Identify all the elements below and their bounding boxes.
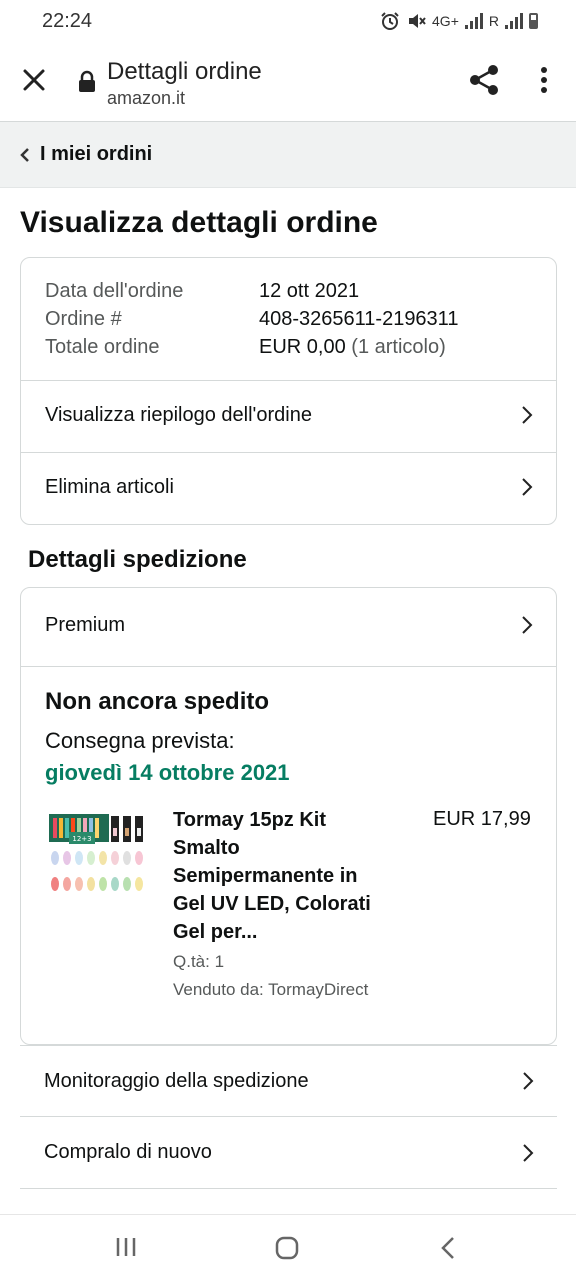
- back-to-orders-link[interactable]: I miei ordini: [0, 122, 576, 188]
- page-title: Dettagli ordine: [107, 58, 262, 85]
- chevron-right-icon: [522, 478, 533, 496]
- order-summary-card: Data dell'ordine 12 ott 2021 Ordine # 40…: [20, 257, 557, 525]
- order-date-label: Data dell'ordine: [45, 280, 184, 302]
- roaming-label: R: [488, 13, 499, 29]
- shipment-status: Non ancora spedito: [45, 688, 270, 715]
- shipping-type-label: Premium: [45, 613, 126, 636]
- order-total-items: (1 articolo): [351, 336, 446, 358]
- chevron-right-icon: [523, 1072, 534, 1090]
- browser-toolbar: Dettagli ordine amazon.it: [0, 44, 576, 122]
- status-time: 22:24: [42, 10, 93, 32]
- chevron-right-icon: [522, 616, 533, 634]
- product-price: EUR 17,99: [433, 808, 531, 830]
- view-order-summary-label: Visualizza riepilogo dell'ordine: [45, 403, 312, 426]
- network-label: 4G+: [432, 13, 459, 29]
- more-icon[interactable]: [532, 64, 556, 96]
- mute-icon: [409, 14, 426, 28]
- chevron-right-icon: [522, 406, 533, 424]
- chevron-right-icon: [523, 1143, 534, 1162]
- status-icons: 4G+ R: [380, 10, 538, 32]
- shipping-section-title: Dettagli spedizione: [28, 546, 247, 573]
- back-icon[interactable]: [438, 1235, 458, 1261]
- main-title: Visualizza dettagli ordine: [20, 206, 378, 239]
- order-total-label: Totale ordine: [45, 336, 160, 358]
- alarm-icon: [381, 12, 399, 30]
- remove-items-link[interactable]: Elimina articoli: [21, 452, 556, 522]
- signal-icon: [464, 13, 483, 29]
- shipping-type-link[interactable]: Premium: [21, 590, 556, 660]
- close-icon[interactable]: [18, 64, 50, 96]
- order-number-value: 408-3265611-2196311: [259, 308, 459, 330]
- back-link-label: I miei ordini: [40, 143, 153, 165]
- track-shipment-link[interactable]: Monitoraggio della spedizione: [20, 1045, 557, 1117]
- product-image-label: 12+3: [72, 835, 91, 843]
- status-bar: 22:24 4G+ R: [0, 0, 576, 44]
- system-nav-bar: [0, 1214, 576, 1280]
- chevron-left-icon: [20, 147, 29, 162]
- order-date-value: 12 ott 2021: [259, 280, 360, 302]
- product-seller: Venduto da: TormayDirect: [173, 980, 369, 999]
- page-domain: amazon.it: [107, 88, 186, 108]
- view-order-summary-link[interactable]: Visualizza riepilogo dell'ordine: [21, 380, 556, 450]
- remove-items-label: Elimina articoli: [45, 475, 174, 498]
- buy-again-link[interactable]: Compralo di nuovo: [20, 1117, 557, 1189]
- share-icon[interactable]: [466, 62, 502, 98]
- order-total-value: EUR 0,00 (1 articolo): [259, 336, 446, 359]
- shipment-card: Premium Non ancora spedito Consegna prev…: [20, 587, 557, 1045]
- battery-icon: [529, 13, 538, 29]
- signal-icon-2: [505, 13, 523, 29]
- buy-again-label: Compralo di nuovo: [44, 1141, 212, 1163]
- lock-icon: [79, 70, 95, 92]
- home-icon[interactable]: [274, 1235, 300, 1261]
- delivery-date: giovedì 14 ottobre 2021: [45, 760, 290, 785]
- product-quantity: Q.tà: 1: [173, 952, 225, 971]
- track-shipment-label: Monitoraggio della spedizione: [44, 1069, 309, 1092]
- product-image[interactable]: 12+3: [47, 810, 151, 906]
- product-title-link[interactable]: Tormay 15pz Kit Smalto Semipermanente in…: [173, 806, 393, 946]
- divider: [21, 666, 556, 667]
- recent-apps-icon[interactable]: [114, 1235, 138, 1259]
- order-total-amount: EUR 0,00: [259, 336, 346, 358]
- order-number-label: Ordine #: [45, 308, 122, 330]
- delivery-label: Consegna prevista:: [45, 728, 235, 753]
